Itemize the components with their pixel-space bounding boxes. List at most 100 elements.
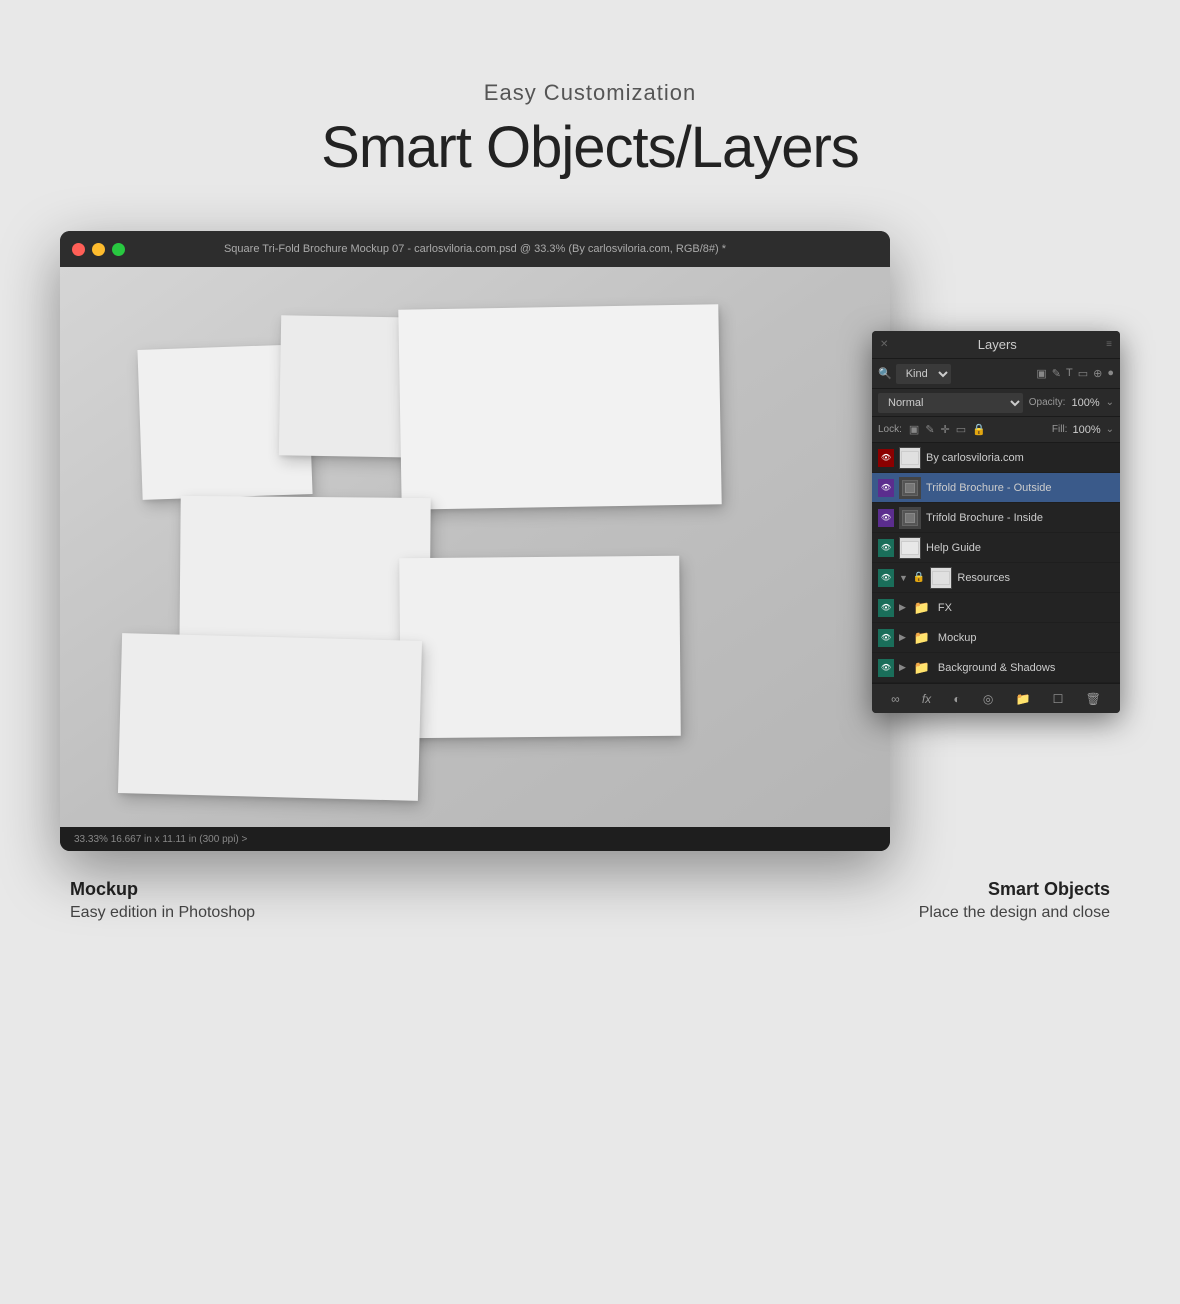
opacity-label: Opacity: — [1029, 397, 1066, 408]
expand-arrow-4[interactable]: ▼ — [899, 573, 908, 583]
layers-filter-row: 🔍 Kind ▣ ✎ T ▭ ⊕ ● — [872, 359, 1120, 389]
lock-move-icon[interactable]: ✛ — [941, 423, 950, 436]
search-icon: 🔍 — [878, 367, 892, 380]
traffic-lights — [72, 243, 125, 256]
layer-eye-5[interactable]: 👁 — [878, 600, 894, 616]
fill-value: 100% — [1072, 424, 1100, 436]
eye-icon-6: 👁 — [881, 633, 891, 642]
layers-panel-title: Layers — [978, 337, 1017, 352]
layer-eye-0[interactable]: 👁 — [878, 450, 894, 466]
layer-thumb-2 — [899, 507, 921, 529]
eye-icon-3: 👁 — [881, 543, 891, 552]
mask-button[interactable]: ◐ — [953, 692, 960, 706]
canvas-area — [60, 267, 890, 827]
panel-close-icon[interactable]: ✕ — [880, 339, 888, 350]
fill-arrow[interactable]: ⌄ — [1106, 424, 1114, 435]
filter-brush-icon[interactable]: ✎ — [1052, 367, 1061, 380]
filter-kind-select[interactable]: Kind — [896, 364, 951, 384]
layer-item[interactable]: 👁 By carlosviloria.com — [872, 443, 1120, 473]
new-layer-button[interactable]: ☐ — [1053, 692, 1064, 706]
paper-sheet-3 — [398, 304, 721, 510]
layer-eye-2[interactable]: 👁 — [878, 510, 894, 526]
caption-right-text: Place the design and close — [919, 904, 1110, 922]
eye-icon-4: 👁 — [881, 573, 891, 582]
eye-bg-purple-1: 👁 — [878, 479, 894, 497]
filter-pixel-icon[interactable]: ▣ — [1036, 367, 1046, 380]
layer-item-7[interactable]: 👁 ▶ 📁 Background & Shadows — [872, 653, 1120, 683]
layer-name-5: FX — [938, 602, 1114, 614]
mac-statusbar: 33.33% 16.667 in x 11.11 in (300 ppi) > — [60, 827, 890, 851]
layers-list: 👁 By carlosviloria.com 👁 — [872, 443, 1120, 683]
opacity-value: 100% — [1071, 397, 1099, 409]
paper-sheet-5 — [399, 556, 681, 738]
caption-left-text: Easy edition in Photoshop — [70, 904, 255, 922]
filter-smart-icon[interactable]: ⊕ — [1093, 367, 1102, 380]
mac-window: Square Tri-Fold Brochure Mockup 07 - car… — [60, 231, 890, 851]
blend-mode-select[interactable]: Normal — [878, 393, 1023, 413]
filter-icons: ▣ ✎ T ▭ ⊕ ● — [1036, 367, 1114, 380]
zoom-level: 33.33% 16.667 in x 11.11 in (300 ppi) > — [74, 834, 247, 845]
eye-icon-5: 👁 — [881, 603, 891, 612]
layer-item-5[interactable]: 👁 ▶ 📁 FX — [872, 593, 1120, 623]
layer-thumb-1 — [899, 477, 921, 499]
lock-icon-4: 🔒 — [913, 572, 925, 583]
eye-bg-teal-6: 👁 — [878, 629, 894, 647]
expand-arrow-5[interactable]: ▶ — [899, 602, 906, 613]
layer-eye-6[interactable]: 👁 — [878, 630, 894, 646]
captions-row: Mockup Easy edition in Photoshop Smart O… — [60, 879, 1120, 922]
expand-arrow-6[interactable]: ▶ — [899, 632, 906, 643]
folder-button[interactable]: 📁 — [1015, 692, 1030, 706]
layer-eye-1[interactable]: 👁 — [878, 480, 894, 496]
layer-thumb-4 — [930, 567, 952, 589]
layer-thumb-0 — [899, 447, 921, 469]
layers-lock-row: Lock: ▣ ✎ ✛ ▭ 🔒 Fill: 100% ⌄ — [872, 417, 1120, 443]
layer-item-selected[interactable]: 👁 Trifold Brochure - Outside — [872, 473, 1120, 503]
eye-icon-1: 👁 — [881, 483, 891, 492]
eye-bg-teal-5: 👁 — [878, 599, 894, 617]
mac-titlebar: Square Tri-Fold Brochure Mockup 07 - car… — [60, 231, 890, 267]
window-title: Square Tri-Fold Brochure Mockup 07 - car… — [224, 243, 726, 255]
layer-item-4[interactable]: 👁 ▼ 🔒 Resources — [872, 563, 1120, 593]
eye-bg-red: 👁 — [878, 449, 894, 467]
eye-bg-purple-2: 👁 — [878, 509, 894, 527]
eye-icon-0: 👁 — [881, 453, 891, 462]
close-button[interactable] — [72, 243, 85, 256]
opacity-arrow[interactable]: ⌄ — [1106, 397, 1114, 408]
layer-eye-4[interactable]: 👁 — [878, 570, 894, 586]
lock-label: Lock: — [878, 424, 902, 435]
main-title: Smart Objects/Layers — [321, 114, 859, 181]
layers-panel[interactable]: ✕ Layers ≡ 🔍 Kind ▣ ✎ T ▭ ⊕ ● Normal — [872, 331, 1120, 713]
maximize-button[interactable] — [112, 243, 125, 256]
link-button[interactable]: ∞ — [891, 692, 900, 706]
adjustment-button[interactable]: ◎ — [983, 692, 993, 706]
layer-item-3[interactable]: 👁 Help Guide — [872, 533, 1120, 563]
layer-item-2[interactable]: 👁 Trifold Brochure - Inside — [872, 503, 1120, 533]
layer-item-6[interactable]: 👁 ▶ 📁 Mockup — [872, 623, 1120, 653]
lock-artboard-icon[interactable]: ▭ — [956, 423, 966, 436]
expand-arrow-7[interactable]: ▶ — [899, 662, 906, 673]
filter-shape-icon[interactable]: ▭ — [1078, 367, 1088, 380]
lock-transparency-icon[interactable]: ▣ — [909, 423, 919, 436]
content-area: Square Tri-Fold Brochure Mockup 07 - car… — [60, 231, 1120, 851]
filter-dot-icon[interactable]: ● — [1107, 367, 1114, 380]
minimize-button[interactable] — [92, 243, 105, 256]
caption-right: Smart Objects Place the design and close — [919, 879, 1110, 922]
layer-thumb-5: 📁 — [911, 597, 933, 619]
layers-menu-icon[interactable]: ≡ — [1106, 339, 1112, 350]
lock-all-icon[interactable]: 🔒 — [972, 423, 986, 436]
layers-toolbar: ∞ fx ◐ ◎ 📁 ☐ 🗑 — [872, 683, 1120, 713]
layers-panel-header: ✕ Layers ≡ — [872, 331, 1120, 359]
layer-name-0: By carlosviloria.com — [926, 452, 1114, 464]
caption-left-title: Mockup — [70, 879, 255, 900]
layer-name-1: Trifold Brochure - Outside — [926, 482, 1114, 494]
lock-paint-icon[interactable]: ✎ — [925, 423, 934, 436]
eye-bg-teal-4: 👁 — [878, 569, 894, 587]
layer-eye-7[interactable]: 👁 — [878, 660, 894, 676]
layer-name-6: Mockup — [938, 632, 1114, 644]
layer-eye-3[interactable]: 👁 — [878, 540, 894, 556]
filter-type-icon[interactable]: T — [1066, 367, 1073, 380]
fx-button[interactable]: fx — [922, 692, 931, 706]
delete-button[interactable]: 🗑 — [1086, 692, 1101, 706]
fill-label: Fill: — [1052, 424, 1068, 435]
layers-blend-row: Normal Opacity: 100% ⌄ — [872, 389, 1120, 417]
